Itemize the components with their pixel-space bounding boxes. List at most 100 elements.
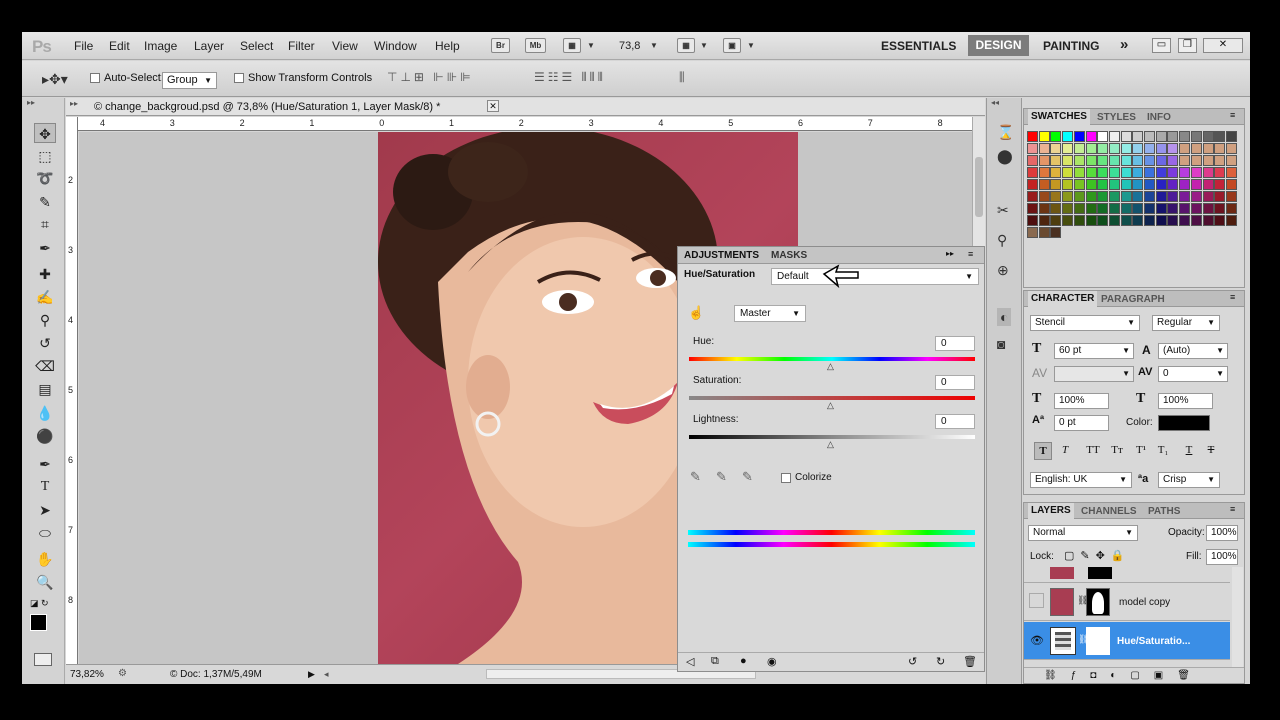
color-swatch[interactable]	[1167, 167, 1179, 178]
color-swatch[interactable]	[1144, 131, 1155, 142]
tab-channels[interactable]: CHANNELS	[1081, 506, 1137, 517]
eyedropper-tool-icon[interactable]: ✒	[34, 238, 56, 258]
color-swatch[interactable]	[1085, 143, 1097, 154]
tab-paths[interactable]: PATHS	[1148, 506, 1180, 517]
language-dropdown[interactable]: English: UK ▼	[1030, 472, 1132, 488]
move-tool-preset-icon[interactable]: ▸✥▾	[42, 71, 68, 88]
color-swatch[interactable]	[1155, 203, 1167, 214]
history-icon[interactable]: ⌛	[997, 124, 1014, 141]
crop-tool-icon[interactable]: ⌗	[34, 214, 56, 234]
fill-field[interactable]: 100%	[1206, 549, 1238, 565]
horizontal-scale-field[interactable]: 100%	[1158, 393, 1213, 409]
color-swatch[interactable]	[1167, 215, 1179, 226]
color-swatch[interactable]	[1108, 155, 1120, 166]
color-swatch[interactable]	[1225, 179, 1237, 190]
close-document-icon[interactable]: ✕	[487, 100, 499, 112]
color-swatch[interactable]	[1190, 215, 1202, 226]
hand-tool-icon[interactable]: ✋	[34, 549, 56, 569]
chevron-down-icon[interactable]: ▼	[700, 41, 708, 50]
tracking-field[interactable]: 0 ▼	[1158, 366, 1228, 382]
color-swatch[interactable]	[1027, 215, 1038, 226]
color-swatch[interactable]	[1038, 155, 1050, 166]
tab-adjustments[interactable]: ADJUSTMENTS	[684, 250, 759, 261]
color-swatch[interactable]	[1085, 155, 1097, 166]
small-caps-icon[interactable]: Tт	[1108, 442, 1126, 460]
color-swatch[interactable]	[1038, 179, 1050, 190]
color-swatch[interactable]	[1225, 155, 1237, 166]
color-swatch[interactable]	[1132, 131, 1144, 142]
clip-layer-icon[interactable]: ⧉	[711, 655, 719, 668]
color-swatch[interactable]	[1097, 191, 1109, 202]
color-swatch[interactable]	[1038, 143, 1050, 154]
faux-bold-icon[interactable]: T	[1034, 442, 1052, 460]
zoom-level[interactable]: 73,8	[619, 40, 640, 52]
view-previous-icon[interactable]: ◉	[767, 655, 777, 668]
menu-select[interactable]: Select	[240, 39, 273, 53]
lasso-tool-icon[interactable]: ➰	[34, 168, 56, 188]
color-swatch[interactable]	[1155, 131, 1167, 142]
color-swatch[interactable]	[1132, 167, 1144, 178]
color-swatch[interactable]	[1132, 203, 1144, 214]
actions-icon[interactable]: ⬤	[997, 148, 1013, 165]
layers-footer-icons[interactable]: ⛓ƒ◘◐▢▣🗑	[1024, 667, 1244, 683]
color-swatch[interactable]	[1202, 167, 1214, 178]
color-swatch[interactable]	[1202, 203, 1214, 214]
foreground-color[interactable]	[30, 614, 47, 631]
color-swatch[interactable]	[1050, 131, 1062, 142]
dodge-tool-icon[interactable]: ⚫	[34, 426, 56, 446]
color-swatch[interactable]	[1050, 191, 1062, 202]
type-tool-icon[interactable]: T	[34, 477, 56, 497]
color-swatch[interactable]	[1062, 179, 1074, 190]
menu-window[interactable]: Window	[374, 39, 417, 53]
color-swatch[interactable]	[1225, 143, 1237, 154]
collapse-icon[interactable]: ▸▸	[946, 249, 954, 258]
color-swatch[interactable]	[1073, 203, 1085, 214]
saturation-slider-thumb[interactable]: △	[827, 400, 834, 411]
eye-icon[interactable]: 👁	[1030, 634, 1044, 647]
vertical-scale-field[interactable]: 100%	[1054, 393, 1109, 409]
blend-mode-dropdown[interactable]: Normal ▼	[1028, 525, 1138, 541]
chevron-down-icon[interactable]: ▼	[650, 41, 658, 50]
strikethrough-icon[interactable]: T	[1202, 442, 1220, 460]
panel-menu-icon[interactable]: ≡	[1230, 110, 1235, 120]
color-swatch[interactable]	[1108, 167, 1120, 178]
color-swatch[interactable]	[1167, 131, 1179, 142]
color-swatch[interactable]	[1202, 131, 1214, 142]
color-swatch[interactable]	[1225, 191, 1237, 202]
color-swatch[interactable]	[1190, 179, 1202, 190]
color-swatch[interactable]	[1144, 155, 1155, 166]
color-swatch[interactable]	[1062, 215, 1074, 226]
color-swatch[interactable]	[1050, 227, 1062, 238]
menu-layer[interactable]: Layer	[194, 39, 224, 53]
layer-row[interactable]: ⛓ model copy	[1024, 583, 1230, 621]
color-swatch[interactable]	[1073, 143, 1085, 154]
color-swatch[interactable]	[1190, 143, 1202, 154]
color-swatch[interactable]	[1190, 131, 1202, 142]
color-swatch[interactable]	[1120, 179, 1132, 190]
color-swatch[interactable]	[1085, 167, 1097, 178]
healing-brush-tool-icon[interactable]: ✚	[34, 264, 56, 284]
color-swatch[interactable]	[1155, 191, 1167, 202]
layer-row-selected[interactable]: 👁 ⛓ Hue/Saturatio...	[1024, 622, 1230, 660]
color-swatch[interactable]	[1214, 167, 1226, 178]
tab-info[interactable]: INFO	[1147, 112, 1171, 123]
text-color-swatch[interactable]	[1158, 415, 1210, 431]
color-swatch[interactable]	[1225, 131, 1237, 142]
preset-dropdown[interactable]: Default ▼	[771, 268, 979, 285]
tool-presets-icon[interactable]: ⊕	[997, 262, 1009, 279]
color-swatch[interactable]	[1202, 179, 1214, 190]
color-swatch[interactable]	[1155, 215, 1167, 226]
color-swatch[interactable]	[1038, 191, 1050, 202]
color-swatch[interactable]	[1108, 179, 1120, 190]
color-swatch[interactable]	[1155, 155, 1167, 166]
color-swatch[interactable]	[1144, 167, 1155, 178]
gradient-tool-icon[interactable]: ▤	[34, 379, 56, 399]
color-swatch[interactable]	[1214, 155, 1226, 166]
color-swatch[interactable]	[1038, 215, 1050, 226]
color-swatch[interactable]	[1050, 203, 1062, 214]
zoom-status[interactable]: 73,82%	[70, 669, 104, 680]
color-swatch[interactable]	[1144, 143, 1155, 154]
status-settings-icon[interactable]: ⚙	[118, 668, 127, 679]
color-swatch[interactable]	[1225, 167, 1237, 178]
workspace-painting[interactable]: PAINTING	[1043, 39, 1099, 53]
